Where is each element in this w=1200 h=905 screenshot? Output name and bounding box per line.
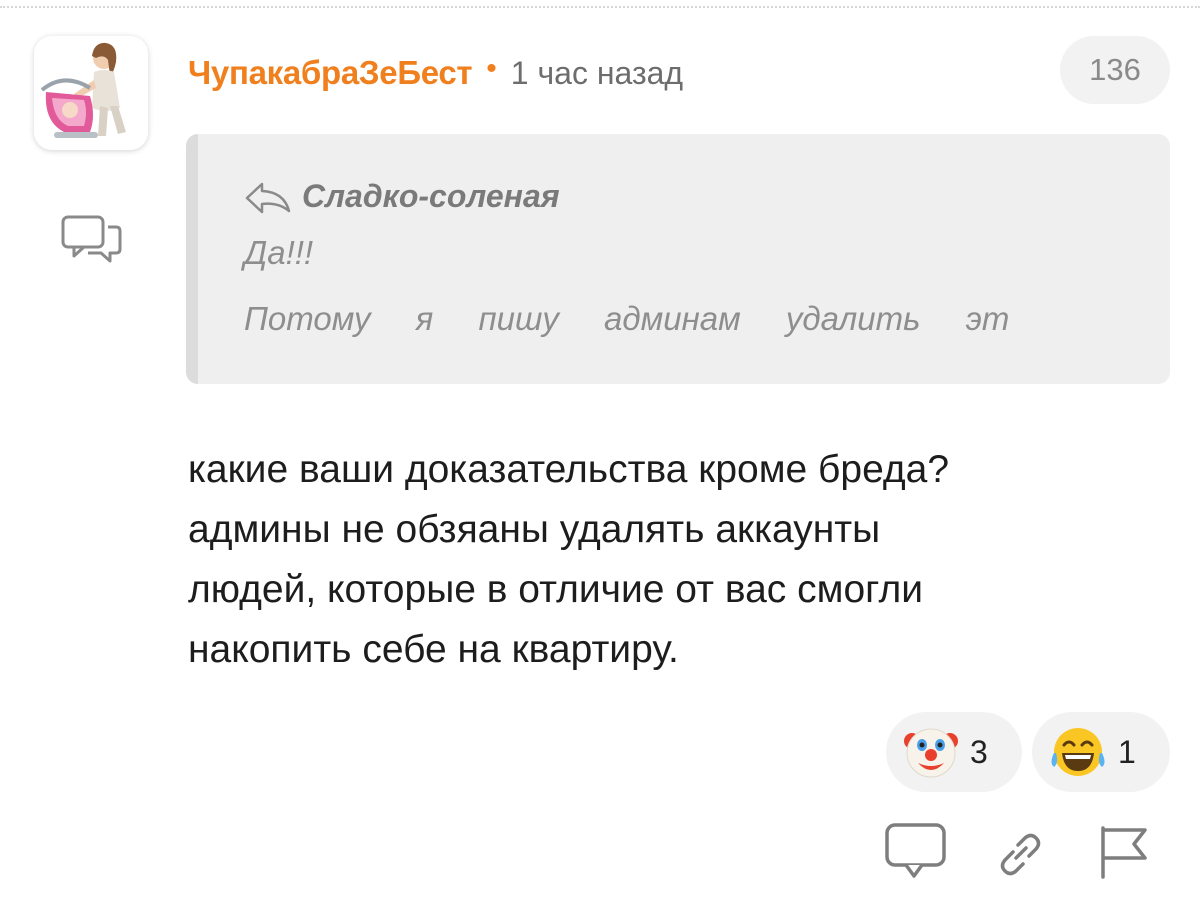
quote-line-1: Да!!! <box>244 234 314 271</box>
quote-author-row: Сладко-соленая <box>244 178 560 215</box>
reaction-laugh[interactable]: 1 <box>1032 712 1170 792</box>
top-divider <box>0 6 1200 8</box>
body-line: админы не обзяаны удалять аккаунты <box>188 508 881 551</box>
comment-icon[interactable] <box>884 822 948 880</box>
comment-header: ЧупакабраЗеБест • 1 час назад <box>188 48 683 98</box>
link-icon[interactable] <box>996 830 1044 876</box>
comment-page: ЧупакабраЗеБест • 1 час назад 136 Сладко… <box>0 0 1200 905</box>
avatar[interactable] <box>34 36 148 150</box>
flag-icon[interactable] <box>1098 824 1150 880</box>
quoted-comment[interactable]: Сладко-соленая Да!!! Потому я пишу админ… <box>186 134 1170 384</box>
reaction-clown[interactable]: 3 <box>886 712 1022 792</box>
clown-face-emoji <box>904 728 958 778</box>
quote-bar <box>186 134 198 384</box>
reaction-count: 3 <box>970 733 988 770</box>
body-line: накопить себе на квартиру. <box>188 628 679 671</box>
comment-body: какие ваши доказательства кроме бреда? а… <box>188 440 1148 680</box>
separator-dot: • <box>486 52 497 85</box>
timestamp: 1 час назад <box>510 54 684 91</box>
comment-count-badge[interactable]: 136 <box>1060 36 1170 104</box>
quote-author: Сладко-соленая <box>302 178 560 214</box>
reaction-count: 1 <box>1118 733 1136 770</box>
body-line: какие ваши доказательства кроме бреда? <box>188 448 950 491</box>
reply-arrow-icon <box>245 182 291 213</box>
body-line: людей, которые в отличие от вас смогли <box>188 568 924 611</box>
author-name[interactable]: ЧупакабраЗеБест <box>188 54 473 92</box>
quote-line-2: Потому я пишу админам удалить эт <box>244 300 1010 337</box>
laughing-tears-emoji <box>1051 728 1105 776</box>
chat-bubbles-icon[interactable] <box>60 214 124 266</box>
